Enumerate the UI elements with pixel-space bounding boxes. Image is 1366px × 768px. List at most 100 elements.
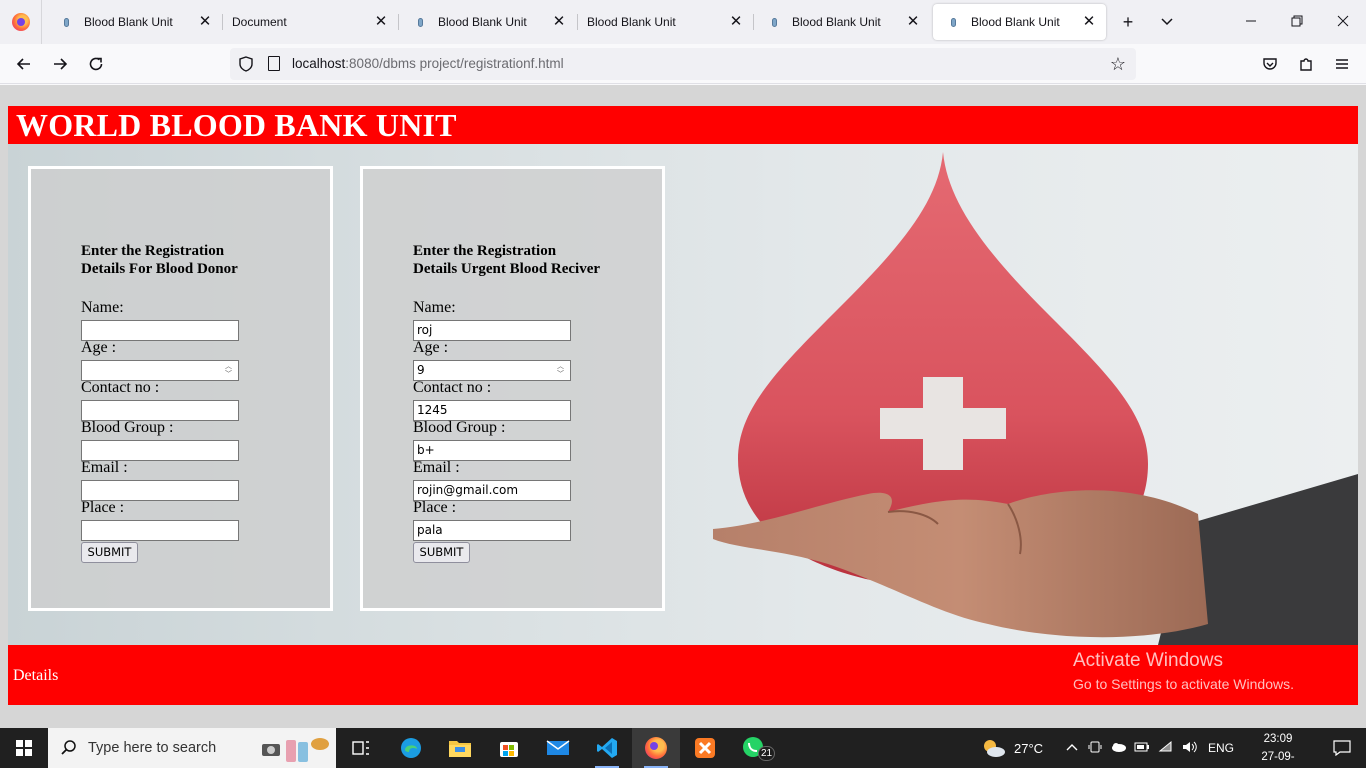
- back-arrow-icon[interactable]: [10, 50, 38, 78]
- page-info-icon[interactable]: [268, 56, 280, 71]
- receiver-contact-input[interactable]: 1245: [413, 400, 571, 421]
- cloudy-weather-icon: [984, 740, 1005, 757]
- mail-icon[interactable]: [534, 728, 582, 768]
- donor-email-input[interactable]: [81, 480, 239, 501]
- url-bar[interactable]: localhost:8080/dbms project/registration…: [230, 48, 1136, 80]
- donor-place-input[interactable]: [81, 520, 239, 541]
- bookmark-star-icon[interactable]: ☆: [1106, 52, 1130, 76]
- donor-place-label: Place :: [81, 499, 125, 516]
- network-device-icon[interactable]: [1088, 740, 1102, 757]
- spinner-arrows-icon[interactable]: ︿ ﹀: [221, 362, 236, 379]
- clock-date: 27-09-2023: [1261, 751, 1295, 763]
- tab-close-icon[interactable]: ✕: [196, 13, 214, 31]
- firefox-menu-button[interactable]: [0, 0, 42, 44]
- start-button[interactable]: [0, 728, 48, 768]
- heading-line: Enter the Registration: [81, 243, 225, 259]
- tab-close-icon[interactable]: ✕: [372, 13, 390, 31]
- windows-logo-icon: [16, 740, 32, 756]
- receiver-submit-button[interactable]: SUBMIT: [413, 542, 470, 563]
- clock[interactable]: 23:09 27-09-2023: [1250, 730, 1306, 768]
- donor-blood-group-input[interactable]: [81, 440, 239, 461]
- tab-close-icon[interactable]: ✕: [727, 13, 745, 31]
- xampp-icon[interactable]: [681, 728, 729, 768]
- tab-close-icon[interactable]: ✕: [1080, 13, 1098, 31]
- receiver-form-heading: Enter the Registration Details Urgent Bl…: [413, 242, 600, 278]
- whatsapp-icon[interactable]: 21: [730, 728, 778, 768]
- donor-age-input[interactable]: ︿ ﹀: [81, 360, 239, 381]
- site-title: WORLD BLOOD BANK UNIT: [16, 107, 457, 143]
- taskbar-search-box[interactable]: Type here to search: [48, 728, 336, 768]
- hero-section: Enter the Registration Details For Blood…: [8, 144, 1358, 645]
- system-tray: ENG: [1066, 728, 1234, 768]
- list-tabs-chevron-down-icon[interactable]: [1155, 10, 1179, 34]
- close-window-icon[interactable]: [1320, 0, 1366, 44]
- donor-name-input[interactable]: [81, 320, 239, 341]
- battery-icon[interactable]: [1134, 741, 1150, 756]
- blood-drop-favicon-icon: [945, 14, 961, 30]
- tab-close-icon[interactable]: ✕: [550, 13, 568, 31]
- donor-contact-input[interactable]: [81, 400, 239, 421]
- onedrive-cloud-icon[interactable]: [1110, 741, 1126, 756]
- receiver-age-value: 9: [417, 363, 425, 377]
- tab-5[interactable]: Blood Blank Unit ✕: [754, 4, 930, 40]
- browser-tab-strip: Blood Blank Unit ✕ Document ✕ Blood Blan…: [0, 0, 1366, 44]
- pocket-icon[interactable]: [1256, 50, 1284, 78]
- donor-name-label: Name:: [81, 299, 124, 316]
- receiver-blood-group-input[interactable]: b+: [413, 440, 571, 461]
- tab-2[interactable]: Document ✕: [222, 4, 398, 40]
- activate-windows-subtitle: Go to Settings to activate Windows.: [1073, 676, 1294, 692]
- tab-label: Blood Blank Unit: [84, 15, 173, 29]
- notifications-icon[interactable]: [1318, 728, 1366, 768]
- volume-speaker-icon[interactable]: [1182, 740, 1198, 757]
- new-tab-plus-icon[interactable]: +: [1116, 10, 1140, 34]
- tab-3[interactable]: Blood Blank Unit ✕: [400, 4, 576, 40]
- tracking-protection-shield-icon[interactable]: [238, 56, 254, 72]
- restore-window-icon[interactable]: [1274, 0, 1320, 44]
- search-highlight-illustration-icon: [262, 738, 329, 762]
- receiver-place-input[interactable]: pala: [413, 520, 571, 541]
- heading-line: Details For Blood Donor: [81, 261, 238, 277]
- blood-drop-favicon-icon: [766, 14, 782, 30]
- donor-registration-card: Enter the Registration Details For Blood…: [28, 166, 333, 611]
- tab-4[interactable]: Blood Blank Unit ✕: [577, 4, 753, 40]
- wifi-icon[interactable]: [1158, 740, 1174, 757]
- receiver-age-input[interactable]: 9 ︿ ﹀: [413, 360, 571, 381]
- show-hidden-icons-chevron-icon[interactable]: [1066, 741, 1078, 755]
- firefox-icon: [11, 13, 30, 31]
- windows-taskbar: Type here to search 21 27°C ENG 23:09 27…: [0, 728, 1366, 768]
- hamburger-menu-icon[interactable]: [1328, 50, 1356, 78]
- tab-label: Blood Blank Unit: [587, 15, 676, 29]
- tab-1[interactable]: Blood Blank Unit ✕: [46, 4, 222, 40]
- heading-line: Details Urgent Blood Reciver: [413, 261, 601, 277]
- receiver-name-label: Name:: [413, 299, 456, 316]
- input-language-text[interactable]: ENG: [1208, 741, 1234, 755]
- task-view-icon[interactable]: [337, 728, 385, 768]
- tab-close-icon[interactable]: ✕: [904, 13, 922, 31]
- tab-label: Blood Blank Unit: [438, 15, 527, 29]
- donor-age-label: Age :: [81, 339, 117, 356]
- receiver-email-input[interactable]: rojin@gmail.com: [413, 480, 571, 501]
- forward-arrow-icon[interactable]: [46, 50, 74, 78]
- weather-widget[interactable]: 27°C: [980, 728, 1043, 768]
- tab-6-active[interactable]: Blood Blank Unit ✕: [933, 4, 1106, 40]
- vscode-icon[interactable]: [583, 728, 631, 768]
- file-explorer-icon[interactable]: [436, 728, 484, 768]
- receiver-registration-card: Enter the Registration Details Urgent Bl…: [360, 166, 665, 611]
- reload-icon[interactable]: [82, 50, 110, 78]
- minimize-window-icon[interactable]: [1228, 0, 1274, 44]
- donor-submit-button[interactable]: SUBMIT: [81, 542, 138, 563]
- receiver-name-input[interactable]: roj: [413, 320, 571, 341]
- search-icon: [60, 739, 78, 757]
- spinner-arrows-icon[interactable]: ︿ ﹀: [553, 362, 568, 379]
- donor-email-label: Email :: [81, 459, 128, 476]
- microsoft-store-icon[interactable]: [485, 728, 533, 768]
- firefox-taskbar-icon[interactable]: [632, 728, 680, 768]
- tab-label: Blood Blank Unit: [792, 15, 881, 29]
- extensions-puzzle-icon[interactable]: [1292, 50, 1320, 78]
- edge-browser-icon[interactable]: [387, 728, 435, 768]
- site-header: WORLD BLOOD BANK UNIT: [8, 106, 1358, 144]
- url-host: localhost: [292, 56, 346, 71]
- url-text[interactable]: localhost:8080/dbms project/registration…: [292, 56, 564, 71]
- web-page: WORLD BLOOD BANK UNIT Enter the Registra…: [0, 85, 1366, 728]
- browser-navigation-bar: localhost:8080/dbms project/registration…: [0, 44, 1366, 84]
